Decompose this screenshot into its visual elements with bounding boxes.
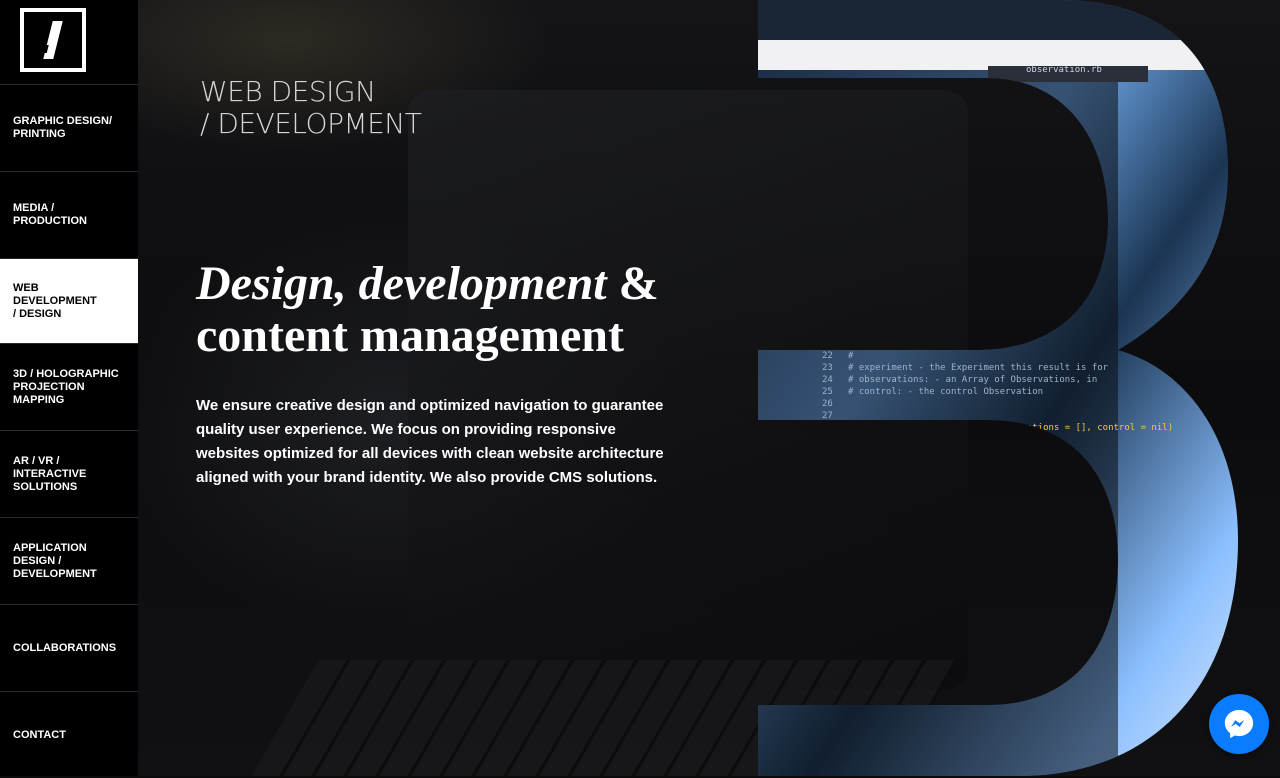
section-label-line: WEB DESIGN bbox=[200, 75, 376, 108]
screen-tab-label: observation.rb bbox=[1026, 65, 1102, 75]
page-headline: Design, development & content management bbox=[196, 258, 659, 362]
code-line-number: 22 bbox=[822, 351, 833, 361]
code-line-number: 28 bbox=[822, 423, 833, 433]
nav-item-contact[interactable]: CONTACT bbox=[0, 691, 138, 778]
section-label: WEB DESIGN / DEVELOPMENT bbox=[200, 75, 422, 140]
messenger-chat-button[interactable] bbox=[1209, 694, 1269, 754]
logo[interactable] bbox=[20, 8, 86, 72]
code-line-number: 23 bbox=[822, 363, 833, 373]
code-line: @experiment = experiment bbox=[848, 435, 978, 445]
nav-item-label: APPLICATION DESIGN / DEVELOPMENT bbox=[13, 541, 97, 580]
code-line: # control: - the control Observation bbox=[848, 387, 1043, 397]
sidebar: GRAPHIC DESIGN/ PRINTING MEDIA / PRODUCT… bbox=[0, 0, 138, 776]
screen-numeral-three-graphic: observation.rb 22 # 23 # experiment - th… bbox=[758, 0, 1280, 776]
headline-line-2: content management bbox=[196, 309, 624, 362]
code-line-number: 27 bbox=[822, 411, 833, 421]
nav-item-3d-holographic[interactable]: 3D / HOLOGRAPHIC PROJECTION MAPPING bbox=[0, 343, 138, 430]
code-line-number: 26 bbox=[822, 399, 833, 409]
nav-item-collaborations[interactable]: COLLABORATIONS bbox=[0, 604, 138, 691]
headline-italic: Design, development bbox=[196, 257, 607, 310]
nav-item-label: 3D / HOLOGRAPHIC PROJECTION MAPPING bbox=[13, 367, 119, 406]
nav-item-ar-vr[interactable]: AR / VR / INTERACTIVE SOLUTIONS bbox=[0, 430, 138, 517]
logo-mark-icon bbox=[43, 21, 63, 59]
nav-item-graphic-design[interactable]: GRAPHIC DESIGN/ PRINTING bbox=[0, 84, 138, 171]
nav-item-application-design[interactable]: APPLICATION DESIGN / DEVELOPMENT bbox=[0, 517, 138, 604]
nav-item-label: AR / VR / INTERACTIVE SOLUTIONS bbox=[13, 454, 87, 493]
nav-item-label: WEB DEVELOPMENT / DESIGN bbox=[13, 281, 97, 320]
code-line: def initialize(experiment, observations … bbox=[848, 423, 1173, 433]
code-line: # observations: - an Array of Observatio… bbox=[848, 375, 1097, 385]
hero-section: observation.rb 22 # 23 # experiment - th… bbox=[138, 0, 1280, 776]
code-line-number: 25 bbox=[822, 387, 833, 397]
nav-item-label: GRAPHIC DESIGN/ PRINTING bbox=[13, 115, 113, 140]
main-nav: GRAPHIC DESIGN/ PRINTING MEDIA / PRODUCT… bbox=[0, 84, 138, 778]
nav-item-web-development[interactable]: WEB DEVELOPMENT / DESIGN bbox=[0, 258, 138, 343]
nav-item-media-production[interactable]: MEDIA / PRODUCTION bbox=[0, 171, 138, 258]
nav-item-label: MEDIA / PRODUCTION bbox=[13, 202, 87, 227]
intro-paragraph: We ensure creative design and optimized … bbox=[196, 397, 664, 486]
code-line: # bbox=[848, 351, 854, 361]
nav-item-label: COLLABORATIONS bbox=[13, 641, 117, 654]
code-line-number: 24 bbox=[822, 375, 833, 385]
headline-ampersand: & bbox=[618, 257, 659, 310]
code-line: # experiment - the Experiment this resul… bbox=[848, 363, 1109, 373]
messenger-icon bbox=[1224, 709, 1254, 739]
nav-item-label: CONTACT bbox=[13, 728, 66, 741]
section-label-line: / DEVELOPMENT bbox=[200, 107, 422, 140]
